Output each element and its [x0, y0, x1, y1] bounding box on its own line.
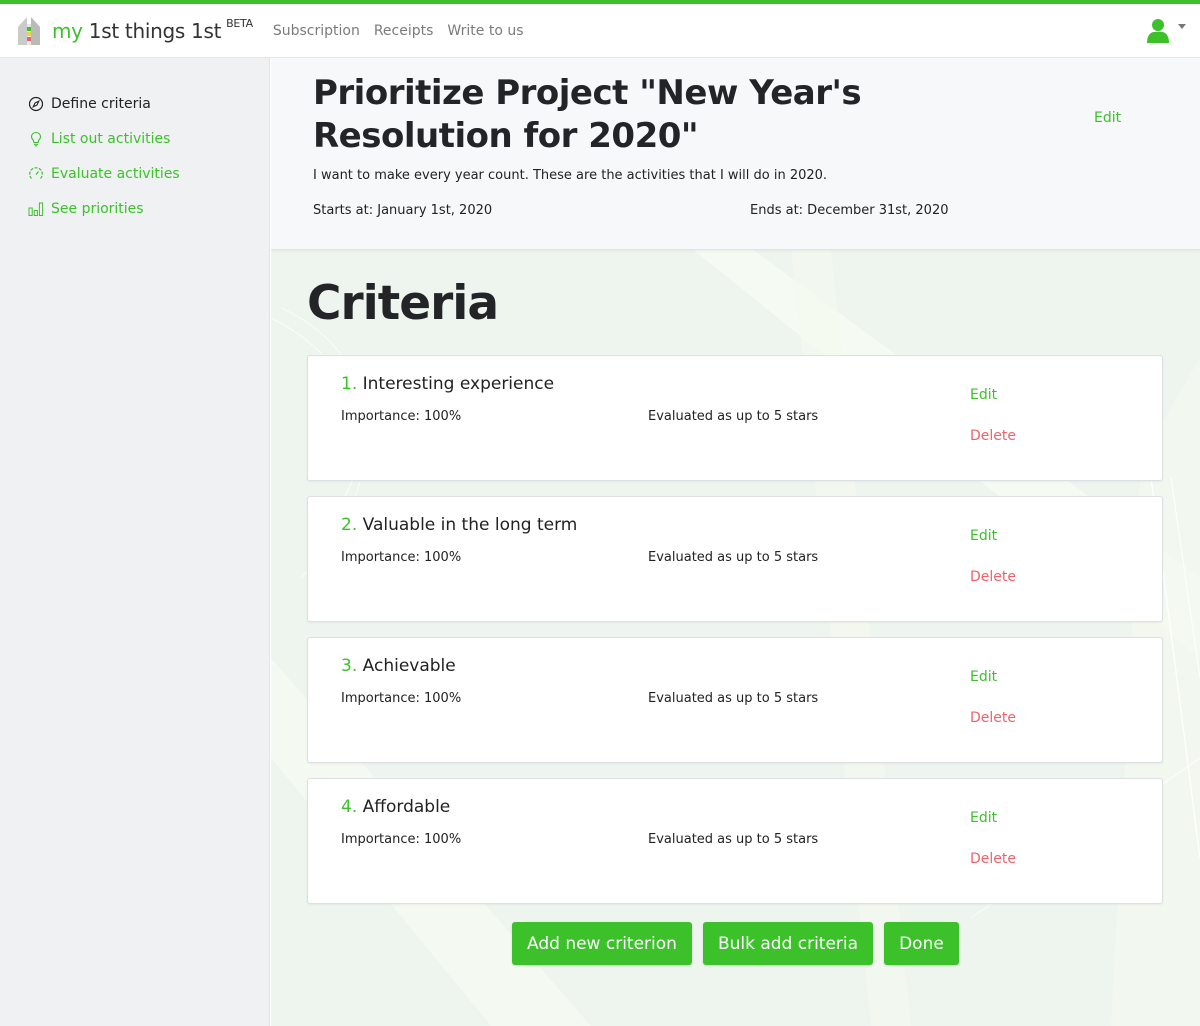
chevron-down-icon — [1178, 23, 1186, 29]
user-icon — [1147, 19, 1169, 43]
project-start-date: Starts at: January 1st, 2020 — [313, 203, 493, 218]
sidebar: Define criteria List out activities Eval… — [0, 58, 270, 1026]
criterion-number: 1. — [341, 374, 358, 394]
criterion-card: 2. Valuable in the long term Importance:… — [307, 496, 1163, 622]
bulk-add-criteria-button[interactable]: Bulk add criteria — [702, 922, 874, 965]
nav-link-subscription[interactable]: Subscription — [273, 23, 360, 39]
criterion-importance: Importance: 100% — [341, 550, 462, 565]
delete-criterion-link[interactable]: Delete — [970, 851, 1016, 867]
sidebar-item-label: Evaluate activities — [51, 165, 180, 182]
criterion-name: Interesting experience — [362, 374, 555, 394]
criterion-number: 4. — [341, 797, 358, 817]
sidebar-item-label: See priorities — [51, 200, 144, 217]
criterion-importance: Importance: 100% — [341, 691, 462, 706]
criterion-evaluation: Evaluated as up to 5 stars — [648, 832, 819, 847]
brand-home-link[interactable]: my 1st things 1st BETA — [16, 15, 253, 47]
main-content: Prioritize Project "New Year's Resolutio… — [271, 58, 1200, 1026]
add-criterion-button[interactable]: Add new criterion — [512, 922, 692, 965]
criterion-number: 3. — [341, 656, 358, 676]
criterion-card: 1. Interesting experience Importance: 10… — [307, 355, 1163, 481]
criterion-title: 3. Achievable — [341, 656, 456, 676]
app-logo-icon — [18, 16, 40, 45]
criterion-name: Affordable — [362, 797, 451, 817]
project-end-date: Ends at: December 31st, 2020 — [750, 203, 949, 218]
criterion-name: Valuable in the long term — [362, 515, 578, 535]
criterion-title: 4. Affordable — [341, 797, 450, 817]
project-header: Prioritize Project "New Year's Resolutio… — [271, 58, 1200, 250]
brand-rest: 1st things 1st — [82, 18, 222, 43]
brand-name: my 1st things 1st BETA — [52, 16, 253, 43]
criterion-importance: Importance: 100% — [341, 832, 462, 847]
criterion-number: 2. — [341, 515, 358, 535]
criterion-card: 3. Achievable Importance: 100% Evaluated… — [307, 637, 1163, 763]
sidebar-item-label: Define criteria — [51, 95, 151, 112]
user-menu-toggle[interactable] — [1146, 18, 1186, 44]
sidebar-item-list-activities[interactable]: List out activities — [0, 121, 269, 156]
navbar: my 1st things 1st BETA Subscription Recei… — [0, 4, 1200, 58]
nav-links: Subscription Receipts Write to us — [273, 23, 538, 39]
criterion-evaluation: Evaluated as up to 5 stars — [648, 550, 819, 565]
gauge-icon — [29, 166, 43, 179]
beta-badge: BETA — [226, 16, 253, 30]
sidebar-item-label: List out activities — [51, 130, 171, 147]
edit-criterion-link[interactable]: Edit — [970, 810, 997, 826]
project-description: I want to make every year count. These a… — [313, 168, 828, 183]
criteria-actions: Add new criterion Bulk add criteria Done — [512, 922, 970, 965]
sidebar-item-see-priorities[interactable]: See priorities — [0, 191, 269, 226]
criteria-heading: Criteria — [307, 276, 499, 331]
edit-criterion-link[interactable]: Edit — [970, 528, 997, 544]
edit-criterion-link[interactable]: Edit — [970, 387, 997, 403]
criterion-title: 2. Valuable in the long term — [341, 515, 577, 535]
nav-link-write-to-us[interactable]: Write to us — [447, 23, 523, 39]
delete-criterion-link[interactable]: Delete — [970, 569, 1016, 585]
nav-link-receipts[interactable]: Receipts — [374, 23, 434, 39]
sidebar-item-define-criteria[interactable]: Define criteria — [0, 86, 269, 121]
criteria-list: 1. Interesting experience Importance: 10… — [307, 355, 1163, 919]
bar-chart-icon — [28, 202, 44, 216]
delete-criterion-link[interactable]: Delete — [970, 428, 1016, 444]
sidebar-item-evaluate-activities[interactable]: Evaluate activities — [0, 156, 269, 191]
criterion-card: 4. Affordable Importance: 100% Evaluated… — [307, 778, 1163, 904]
brand-my: my — [52, 18, 83, 43]
edit-criterion-link[interactable]: Edit — [970, 669, 997, 685]
edit-project-link[interactable]: Edit — [1094, 110, 1121, 126]
criterion-title: 1. Interesting experience — [341, 374, 554, 394]
done-button[interactable]: Done — [884, 922, 959, 965]
criterion-evaluation: Evaluated as up to 5 stars — [648, 691, 819, 706]
delete-criterion-link[interactable]: Delete — [970, 710, 1016, 726]
criterion-evaluation: Evaluated as up to 5 stars — [648, 409, 819, 424]
compass-icon — [28, 96, 44, 111]
lightbulb-icon — [30, 131, 42, 146]
criterion-name: Achievable — [362, 656, 456, 676]
project-title: Prioritize Project "New Year's Resolutio… — [313, 73, 862, 156]
criterion-importance: Importance: 100% — [341, 409, 462, 424]
